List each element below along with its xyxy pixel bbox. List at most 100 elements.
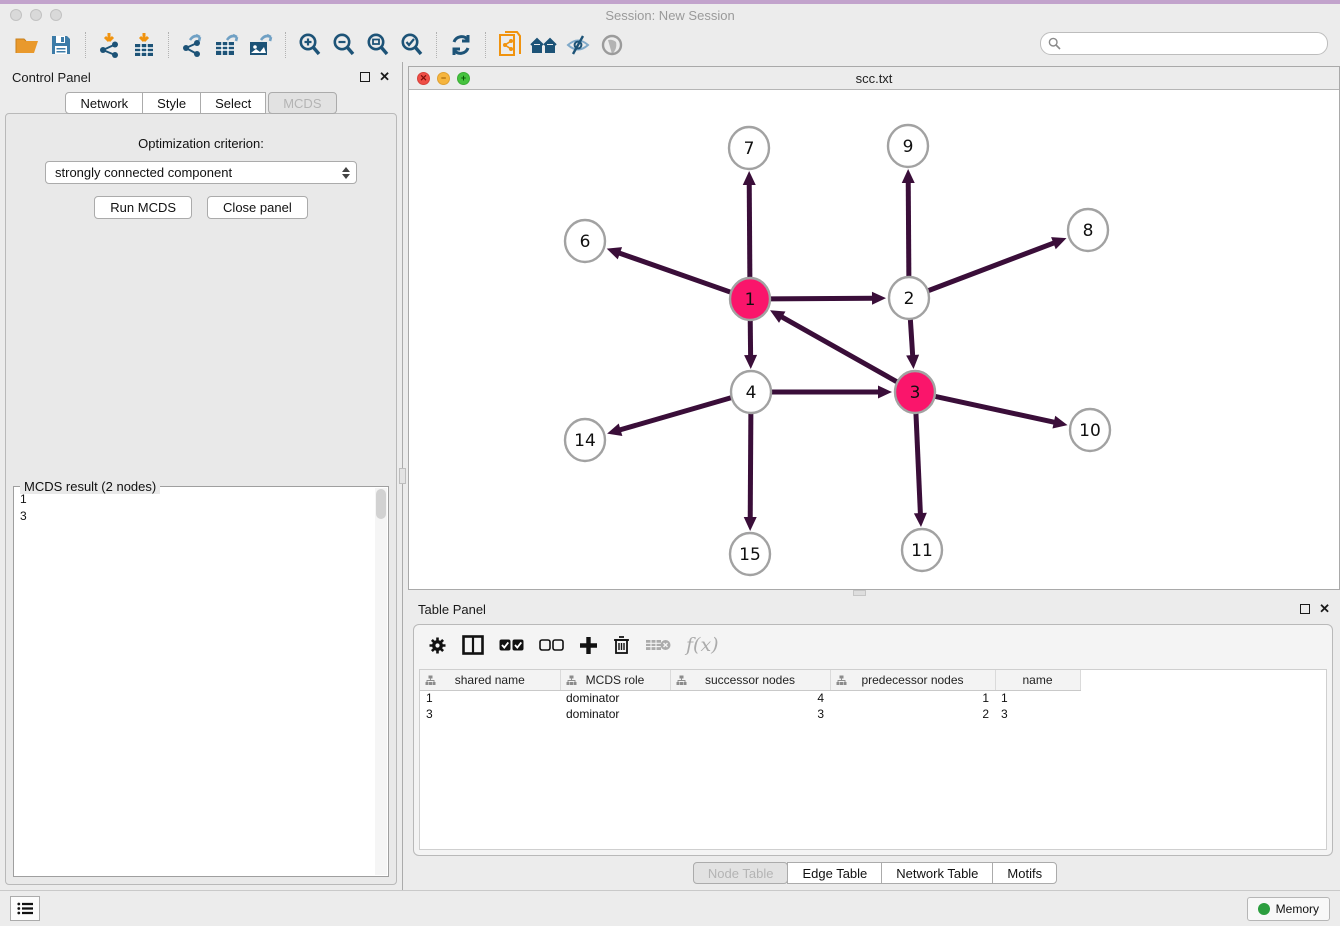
zoom-in-button[interactable] <box>293 30 327 60</box>
add-row-button[interactable] <box>579 636 598 655</box>
table-cell[interactable]: 2 <box>830 706 995 722</box>
float-table-panel-icon[interactable] <box>1300 604 1310 614</box>
import-network-button[interactable] <box>93 30 127 60</box>
toolbar-separator <box>436 32 437 58</box>
close-panel-icon[interactable]: ✕ <box>379 72 390 82</box>
column-header-MCDS-role[interactable]: MCDS role <box>560 670 670 690</box>
column-type-icon <box>836 675 847 686</box>
network-graph[interactable]: 7968124314101511 <box>409 91 1339 589</box>
zoom-out-button[interactable] <box>327 30 361 60</box>
node-label-6: 6 <box>580 232 591 252</box>
delete-row-button[interactable] <box>613 635 630 655</box>
hide-selected-button[interactable] <box>561 30 595 60</box>
tab-select[interactable]: Select <box>200 92 266 114</box>
table-cell[interactable]: dominator <box>560 706 670 722</box>
edge-3-11[interactable] <box>916 411 921 515</box>
column-label: name <box>1022 673 1052 687</box>
memory-button[interactable]: Memory <box>1247 897 1330 921</box>
window-traffic-lights[interactable] <box>10 9 62 21</box>
optimization-criterion-select[interactable]: strongly connected component <box>45 161 357 184</box>
new-network-from-selection-button[interactable] <box>493 30 527 60</box>
column-header-name[interactable]: name <box>995 670 1080 690</box>
search-icon <box>1048 37 1061 50</box>
table-cell[interactable]: 3 <box>995 706 1080 722</box>
save-floppy-icon <box>50 34 72 56</box>
table-cell[interactable]: dominator <box>560 690 670 706</box>
export-table-button[interactable] <box>210 30 244 60</box>
first-neighbors-button[interactable] <box>527 30 561 60</box>
network-maximize-button[interactable]: + <box>457 72 470 85</box>
network-close-button[interactable]: ✕ <box>417 72 430 85</box>
table-cell[interactable]: 4 <box>670 690 830 706</box>
edge-1-6[interactable] <box>618 253 732 293</box>
mcds-panel: Optimization criterion: strongly connect… <box>5 113 397 885</box>
run-mcds-button[interactable]: Run MCDS <box>94 196 192 219</box>
mcds-result-text[interactable]: 1 3 <box>20 491 374 874</box>
network-window-titlebar[interactable]: ✕ − + scc.txt <box>409 67 1339 90</box>
minimize-window-button[interactable] <box>30 9 42 21</box>
refresh-button[interactable] <box>444 30 478 60</box>
table-cell[interactable]: 1 <box>420 690 560 706</box>
table-row[interactable]: 1dominator411 <box>420 690 1080 706</box>
search-input[interactable] <box>1040 32 1328 55</box>
open-session-button[interactable] <box>10 30 44 60</box>
edge-3-10[interactable] <box>934 396 1056 423</box>
table-settings-button[interactable] <box>428 636 447 655</box>
export-image-button[interactable] <box>244 30 278 60</box>
export-network-button[interactable] <box>176 30 210 60</box>
zoom-out-icon <box>331 32 357 58</box>
tab-mcds[interactable]: MCDS <box>268 92 336 114</box>
tab-network[interactable]: Network <box>65 92 143 114</box>
zoom-selected-button[interactable] <box>395 30 429 60</box>
deselect-all-button[interactable] <box>539 639 564 652</box>
result-scrollbar[interactable] <box>375 488 387 875</box>
edge-2-8[interactable] <box>927 242 1056 291</box>
column-header-shared-name[interactable]: shared name <box>420 670 560 690</box>
edge-4-14[interactable] <box>619 397 733 430</box>
zoom-window-button[interactable] <box>50 9 62 21</box>
edge-3-1[interactable] <box>780 316 898 382</box>
network-minimize-button[interactable]: − <box>437 72 450 85</box>
vertical-splitter-grip[interactable] <box>399 468 406 484</box>
table-panel-body: f(x) shared nameMCDS rolesuccessor nodes… <box>413 624 1333 856</box>
column-header-predecessor-nodes[interactable]: predecessor nodes <box>830 670 995 690</box>
toolbar-separator <box>85 32 86 58</box>
function-builder-button[interactable]: f(x) <box>686 634 719 656</box>
table-cell[interactable]: 1 <box>830 690 995 706</box>
network-canvas[interactable]: 7968124314101511 <box>409 91 1339 589</box>
edge-2-9[interactable] <box>908 181 909 279</box>
task-history-button[interactable] <box>10 896 40 921</box>
show-all-button[interactable] <box>595 30 629 60</box>
table-cell[interactable]: 3 <box>670 706 830 722</box>
node-table-container[interactable]: shared nameMCDS rolesuccessor nodesprede… <box>419 669 1327 850</box>
result-scrollbar-thumb[interactable] <box>376 489 386 519</box>
node-label-15: 15 <box>739 545 761 565</box>
save-session-button[interactable] <box>44 30 78 60</box>
zoom-fit-button[interactable] <box>361 30 395 60</box>
tab-motifs[interactable]: Motifs <box>992 862 1057 884</box>
eye-slash-icon <box>564 33 592 57</box>
float-panel-icon[interactable] <box>360 72 370 82</box>
tab-network-table[interactable]: Network Table <box>881 862 993 884</box>
import-table-button[interactable] <box>127 30 161 60</box>
close-window-button[interactable] <box>10 9 22 21</box>
edge-2-3[interactable] <box>910 317 913 357</box>
node-label-8: 8 <box>1083 221 1094 241</box>
column-header-successor-nodes[interactable]: successor nodes <box>670 670 830 690</box>
column-layout-button[interactable] <box>462 635 484 655</box>
edge-4-15[interactable] <box>750 411 751 519</box>
tab-node-table[interactable]: Node Table <box>693 862 789 884</box>
tab-edge-table[interactable]: Edge Table <box>787 862 882 884</box>
table-cell[interactable]: 1 <box>995 690 1080 706</box>
tab-style[interactable]: Style <box>142 92 201 114</box>
close-table-panel-icon[interactable]: ✕ <box>1319 604 1330 614</box>
delete-column-button[interactable] <box>645 637 671 653</box>
table-cell[interactable]: 3 <box>420 706 560 722</box>
close-panel-button[interactable]: Close panel <box>207 196 308 219</box>
zoom-fit-icon <box>365 32 391 58</box>
table-row[interactable]: 3dominator323 <box>420 706 1080 722</box>
select-all-button[interactable] <box>499 639 524 652</box>
edge-1-2[interactable] <box>769 298 874 299</box>
edge-1-7[interactable] <box>749 183 750 280</box>
refresh-icon <box>448 32 474 58</box>
